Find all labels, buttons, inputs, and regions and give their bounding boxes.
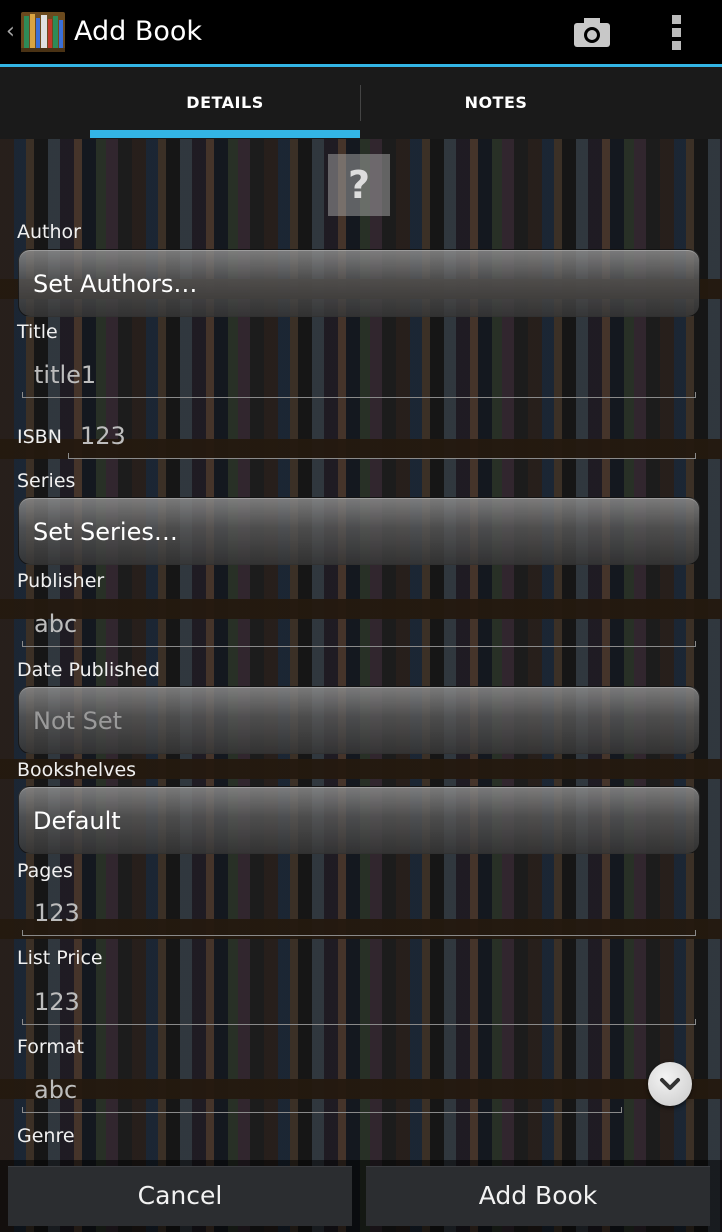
bookshelf-logo-icon[interactable] <box>20 10 66 54</box>
pages-label: Pages <box>17 860 73 882</box>
date-published-button[interactable]: Not Set <box>18 686 700 754</box>
chevron-down-icon[interactable] <box>648 1062 692 1106</box>
isbn-field-value: 123 <box>80 422 126 450</box>
format-label: Format <box>17 1036 84 1058</box>
isbn-field[interactable]: 123 <box>68 413 696 463</box>
chevron-left-icon[interactable]: ‹ <box>6 18 20 46</box>
series-label: Series <box>17 470 76 492</box>
publisher-field[interactable]: abc <box>22 601 696 651</box>
action-bar: ‹ Add Book <box>0 0 722 64</box>
list-price-field-value: 123 <box>34 988 80 1016</box>
tab-details[interactable]: DETAILS <box>90 67 360 139</box>
camera-icon[interactable] <box>570 14 614 50</box>
title-field-value: title1 <box>34 361 97 389</box>
set-authors-button[interactable]: Set Authors… <box>18 249 700 317</box>
pages-field[interactable]: 123 <box>22 890 696 940</box>
title-field[interactable]: title1 <box>22 352 696 402</box>
publisher-label: Publisher <box>17 570 105 592</box>
tab-selected-indicator <box>90 130 360 138</box>
bookshelves-button[interactable]: Default <box>18 786 700 854</box>
format-field-value: abc <box>34 1076 78 1104</box>
genre-label: Genre <box>17 1125 75 1147</box>
tab-bar: DETAILS NOTES <box>0 67 722 139</box>
pages-field-value: 123 <box>34 899 80 927</box>
page-title: Add Book <box>74 16 203 47</box>
title-label: Title <box>17 321 58 343</box>
list-price-field[interactable]: 123 <box>22 979 696 1029</box>
cancel-button[interactable]: Cancel <box>8 1166 352 1226</box>
tab-notes[interactable]: NOTES <box>361 67 631 139</box>
details-form[interactable]: ? Author Set Authors… Title title1 ISBN … <box>0 139 722 1232</box>
author-label: Author <box>17 221 81 243</box>
add-book-button[interactable]: Add Book <box>366 1166 710 1226</box>
publisher-field-value: abc <box>34 610 78 638</box>
overflow-menu-icon[interactable] <box>664 12 688 52</box>
format-field[interactable]: abc <box>22 1067 622 1117</box>
isbn-label: ISBN <box>17 426 62 448</box>
list-price-label: List Price <box>17 947 103 969</box>
book-cover-placeholder[interactable]: ? <box>328 154 390 216</box>
set-series-button[interactable]: Set Series… <box>18 497 700 565</box>
bookshelves-label: Bookshelves <box>17 759 137 781</box>
date-published-label: Date Published <box>17 659 160 681</box>
